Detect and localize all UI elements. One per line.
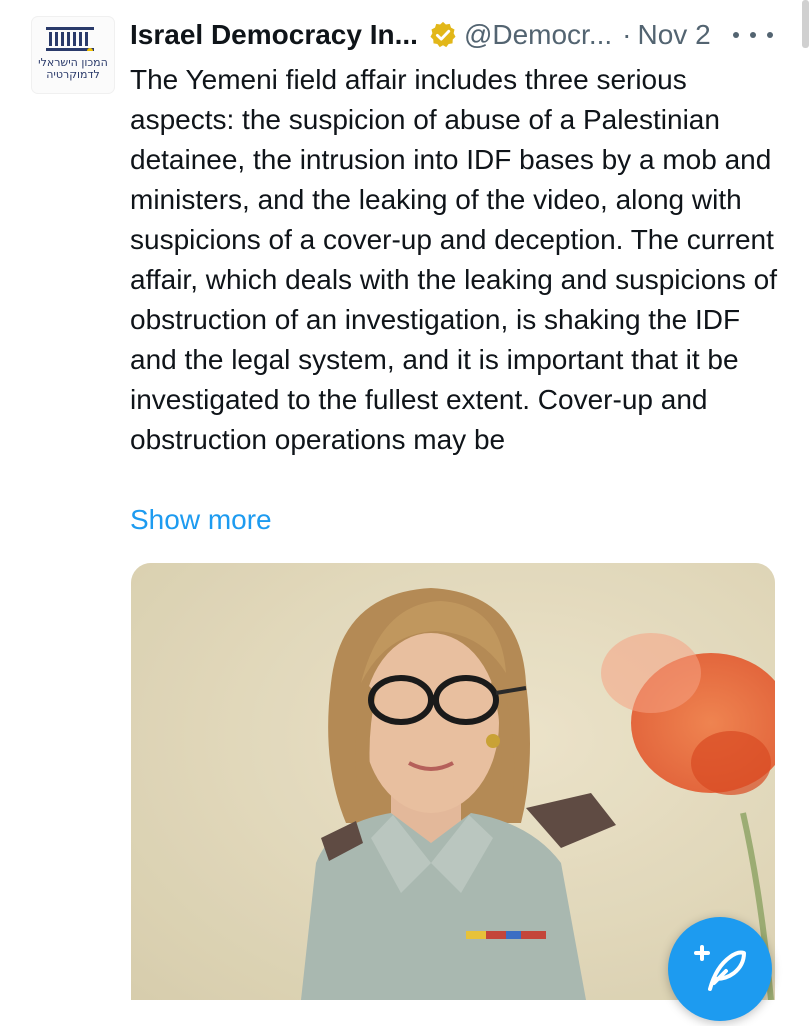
building-logo-icon [46,27,94,51]
author-name[interactable]: Israel Democracy In... [130,19,418,51]
scrollbar[interactable] [802,0,809,48]
more-options-icon[interactable] [733,18,773,52]
tweet-header: Israel Democracy In... @Democr... · Nov … [130,16,711,54]
compose-post-button[interactable] [668,917,772,1021]
show-more-link[interactable]: Show more [130,500,272,540]
more-dot [750,32,756,38]
avatar[interactable]: המכון הישראלי לדמוקרטיה [30,17,116,93]
verified-badge-icon[interactable] [428,20,458,50]
idi-logo: המכון הישראלי לדמוקרטיה [32,17,114,93]
tweet-date[interactable]: Nov 2 [638,19,711,51]
author-handle[interactable]: @Democr... [464,19,612,51]
logo-text: המכון הישראלי לדמוקרטיה [32,57,114,81]
more-dot [733,32,739,38]
tweet-text: The Yemeni field affair includes three s… [130,64,777,455]
more-dot [767,32,773,38]
logo-line-2: לדמוקרטיה [46,68,100,81]
separator-dot: · [622,19,632,50]
compose-post-icon [694,945,746,991]
